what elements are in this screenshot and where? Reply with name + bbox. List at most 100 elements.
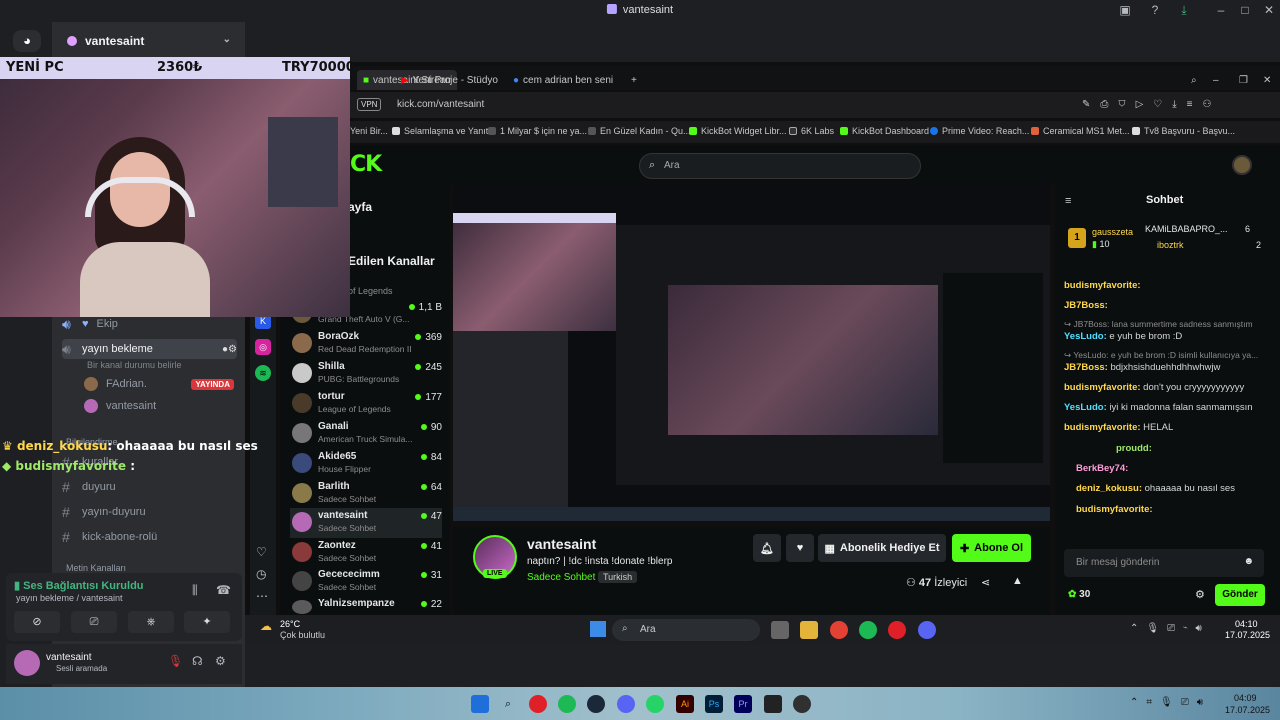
task-view-icon[interactable]	[771, 621, 789, 639]
system-tray-icons[interactable]: ⌃🎙︎⎚⌁🔊︎	[1130, 623, 1210, 634]
bookmark[interactable]: KickBot Dashboard	[840, 126, 929, 136]
bookmark[interactable]: Yeni Bir...	[350, 126, 388, 136]
activities-button[interactable]: ⎈	[128, 611, 174, 633]
channel-yayin-duyuru[interactable]: # yayın-duyuru	[62, 502, 237, 522]
channel-yayin-bekleme[interactable]: 🔊︎ yayın bekleme ●⚙	[62, 339, 237, 359]
bookmark[interactable]: Selamlaşma ve Yanıt	[392, 126, 488, 136]
windows-start-icon[interactable]	[590, 621, 606, 637]
video-player[interactable]	[453, 185, 1050, 521]
gift-subscription-button[interactable]: ▦ Abonelik Hediye Et	[818, 534, 946, 562]
photoshop-icon[interactable]: Ps	[705, 695, 723, 713]
search-icon[interactable]: ⌕	[499, 695, 517, 713]
channel-settings-icon[interactable]: ●⚙	[222, 344, 237, 355]
discord-logo-icon[interactable]: ◕	[13, 30, 41, 52]
spotify-icon[interactable]	[558, 695, 576, 713]
chat-settings-icon[interactable]: ⚙	[1195, 588, 1205, 601]
discord-icon[interactable]	[617, 695, 635, 713]
soundboard-icon[interactable]: ⫼	[192, 583, 198, 598]
close-icon[interactable]: ✕	[1260, 3, 1278, 17]
new-tab-button[interactable]: +	[625, 70, 643, 90]
followed-stream[interactable]: Gecececimm Sadece Sohbet 31	[290, 567, 442, 597]
send-button[interactable]: Gönder	[1215, 584, 1265, 606]
screen-share-button[interactable]: ⎚	[71, 611, 117, 633]
chrome-icon[interactable]	[830, 621, 848, 639]
maximize-icon[interactable]: □	[1236, 3, 1254, 17]
channel-ekip[interactable]: 🔊︎ ♥ Ekip	[62, 314, 237, 334]
category-metin-kanallari[interactable]: Metin Kanalları	[66, 563, 126, 573]
bookmark[interactable]: 1 Milyar $ için ne ya...	[488, 126, 587, 136]
file-explorer-icon[interactable]	[800, 621, 818, 639]
heart-icon[interactable]: ♡	[256, 545, 267, 559]
followed-stream[interactable]: Yalnizsempanze 22	[290, 596, 442, 614]
settings-icon[interactable]: ⚙	[215, 654, 226, 668]
followed-stream[interactable]: tortur League of Legends 177	[290, 389, 442, 419]
kick-logo[interactable]: CK	[350, 152, 382, 177]
app-icon[interactable]	[764, 695, 782, 713]
emoji-icon[interactable]: ☻	[1243, 556, 1254, 567]
taskbar-search[interactable]: ⌕ Ara	[612, 619, 760, 641]
followed-stream[interactable]: Akide65 House Flipper 84	[290, 449, 442, 479]
voice-user[interactable]: vantesaint	[84, 396, 234, 416]
tab-google[interactable]: ●cem adrian ben seni çok se...	[507, 70, 622, 90]
spotify-icon[interactable]	[859, 621, 877, 639]
camera-off-button[interactable]: ⊘	[14, 611, 60, 633]
whatsapp-icon[interactable]	[646, 695, 664, 713]
minimize-icon[interactable]: –	[1207, 70, 1225, 90]
windows-start-icon[interactable]	[471, 695, 489, 713]
bookmark[interactable]: Tv8 Başvuru - Başvu...	[1132, 126, 1235, 136]
search-icon[interactable]: ⌕	[1185, 70, 1203, 90]
avatar[interactable]	[1232, 155, 1252, 175]
opera-icon[interactable]	[529, 695, 547, 713]
bookmark[interactable]: Ceramical MS1 Met...	[1031, 126, 1130, 136]
spotify-icon[interactable]: ≋	[255, 365, 271, 381]
headphones-icon[interactable]: ☊	[192, 654, 203, 668]
more-icon[interactable]: ⋯	[256, 589, 268, 603]
tab-studio[interactable]: ▶ Yeni Proje - Stüdyo	[395, 70, 505, 90]
obs-icon[interactable]	[793, 695, 811, 713]
chat-message-input[interactable]: Bir mesaj gönderin ☻	[1064, 549, 1264, 577]
close-icon[interactable]: ✕	[1257, 70, 1277, 90]
inbox-icon[interactable]: ▣	[1116, 3, 1134, 17]
collapse-chat-icon[interactable]: ≡	[1065, 195, 1071, 207]
followed-stream[interactable]: Barlith Sadece Sohbet 64	[290, 479, 442, 509]
voice-user[interactable]: FAdrian. YAYINDA	[84, 374, 234, 394]
search-input[interactable]: ⌕ Ara	[639, 153, 921, 179]
followed-stream[interactable]: Shilla PUBG: Battlegrounds 245	[290, 359, 442, 389]
bookmark[interactable]: KickBot Widget Libr...	[689, 126, 787, 136]
avatar[interactable]	[14, 650, 40, 676]
stream-category[interactable]: Sadece Sohbet	[527, 572, 595, 583]
soundboard-button[interactable]: ✦	[184, 611, 230, 633]
help-icon[interactable]: ?	[1146, 3, 1164, 17]
followed-stream[interactable]: Zaontez Sadece Sohbet 41	[290, 538, 442, 568]
bookmark[interactable]: Prime Video: Reach...	[930, 126, 1029, 136]
opera-icon[interactable]	[888, 621, 906, 639]
history-icon[interactable]: ◷	[256, 567, 266, 581]
notification-bell-button[interactable]: 🔔︎	[753, 534, 781, 562]
minimize-icon[interactable]: –	[1212, 3, 1230, 17]
mute-icon[interactable]: 🎙︎	[168, 654, 183, 668]
channel-name[interactable]: vantesaint	[527, 536, 596, 552]
top-gifter-name[interactable]: KAMiLBABAPRO_...	[1145, 224, 1228, 234]
vpn-badge[interactable]: VPN	[357, 98, 382, 111]
browser-toolbar-icons[interactable]: ✎⎙⛉▷♡⤓≡⚇	[1082, 99, 1221, 110]
followed-stream[interactable]: BoraOzk Red Dead Redemption II 369	[290, 329, 442, 359]
server-header[interactable]: vantesaint ⌄	[55, 26, 241, 52]
instagram-icon[interactable]: ◎	[255, 339, 271, 355]
channel-duyuru[interactable]: # duyuru	[62, 477, 237, 497]
channel-points[interactable]: ✿ 30	[1068, 589, 1090, 600]
system-tray-icons[interactable]: ⌃⌗🎙︎⎚🔊︎	[1130, 697, 1211, 708]
top-gifter-name[interactable]: iboztrk	[1157, 240, 1184, 250]
follow-heart-button[interactable]: ♥	[786, 534, 814, 562]
disconnect-icon[interactable]: ☎	[216, 583, 231, 597]
subscribe-button[interactable]: ✚ Abone Ol	[952, 534, 1031, 562]
report-icon[interactable]: ▲	[1012, 575, 1023, 587]
bookmark[interactable]: En Güzel Kadın - Qu...	[588, 126, 691, 136]
maximize-icon[interactable]: ❐	[1233, 70, 1254, 90]
followed-stream[interactable]: Ganali American Truck Simula... 90	[290, 419, 442, 449]
top-gifter-name[interactable]: gausszeta	[1092, 227, 1133, 237]
premiere-icon[interactable]: Pr	[734, 695, 752, 713]
url-field[interactable]: kick.com/vantesaint	[397, 99, 484, 110]
followed-stream-active[interactable]: vantesaint Sadece Sohbet 47	[290, 508, 442, 538]
discord-icon[interactable]	[918, 621, 936, 639]
illustrator-icon[interactable]: Ai	[676, 695, 694, 713]
